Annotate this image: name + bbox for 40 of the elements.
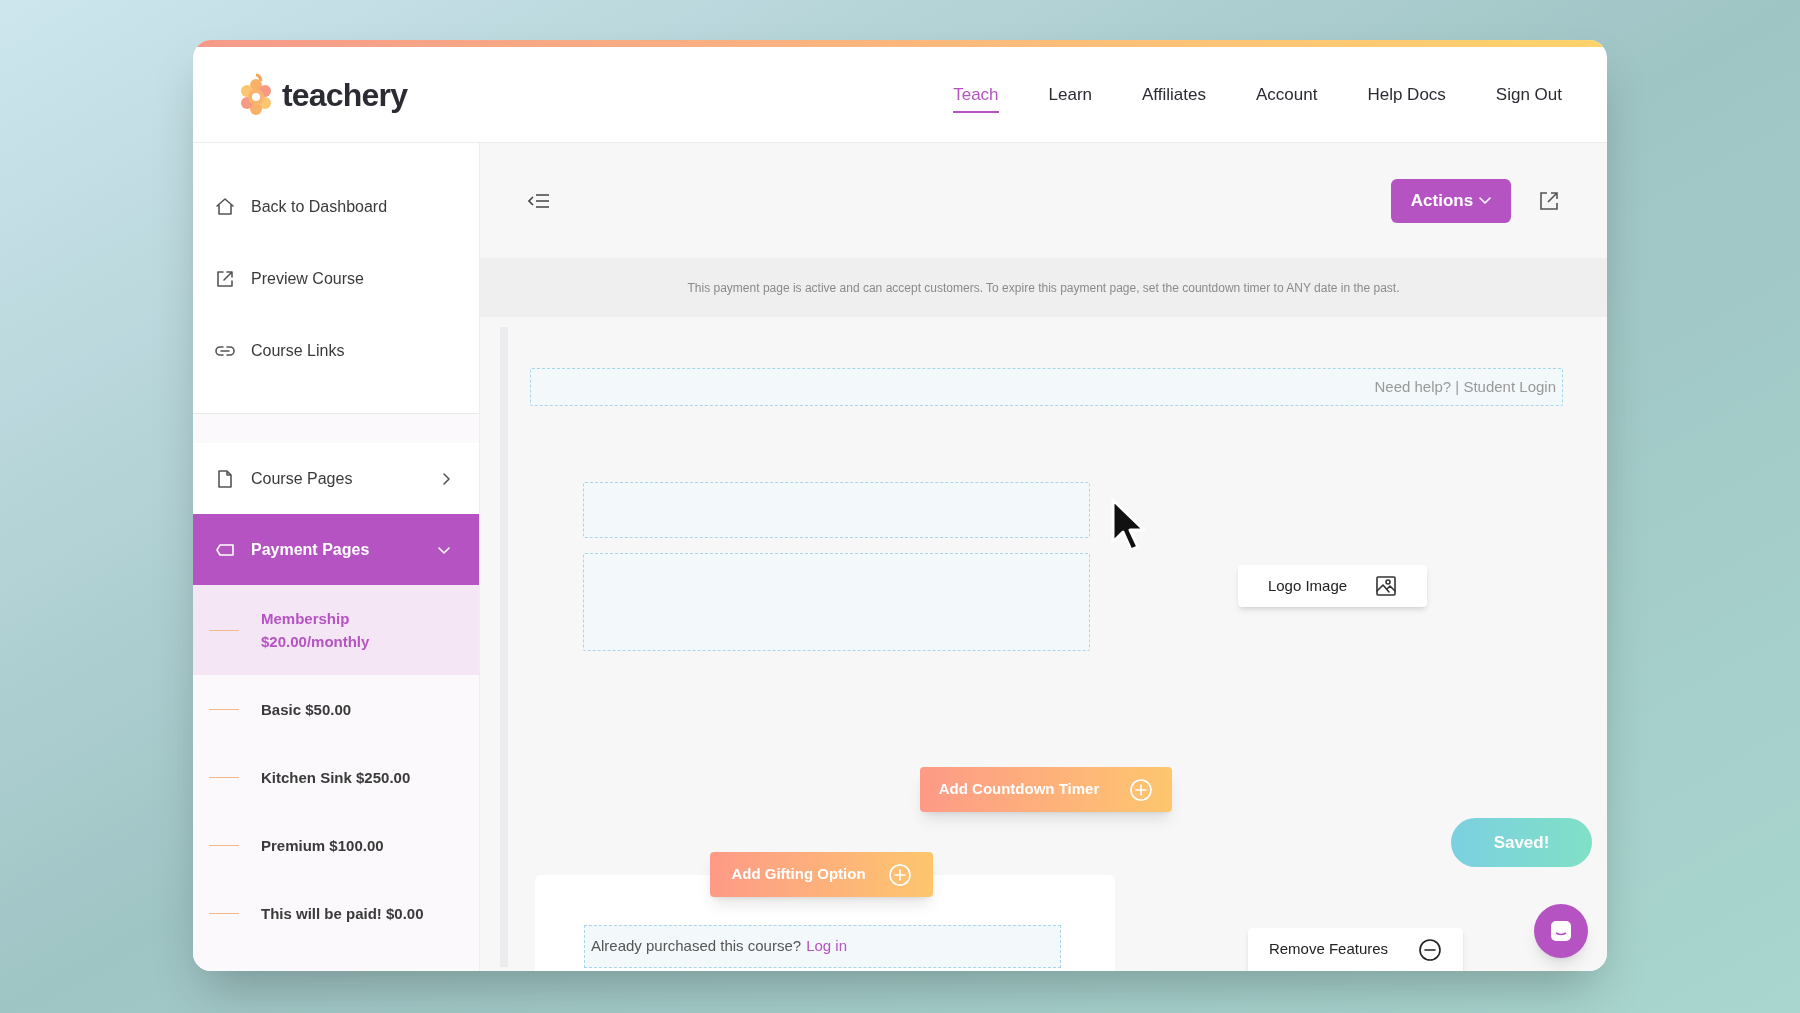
payment-page-item[interactable]: Kitchen Sink $250.00 [193,743,479,811]
payment-page-item[interactable]: Membership $20.00/monthly [193,585,479,675]
chevron-down-icon [437,544,451,555]
sidebar-section[interactable]: Payment Pages [193,514,479,585]
payment-page-item[interactable]: This will be paid! $0.00 [193,879,479,947]
nav-link[interactable]: Help Docs [1367,81,1446,114]
nav-link[interactable]: Affiliates [1142,81,1206,114]
help-links-text: Need help? | Student Login [1374,376,1556,397]
logo-image-button[interactable]: Logo Image [1238,565,1427,607]
chevron-right-icon [441,471,451,486]
nav-link[interactable]: Teach [953,81,999,114]
external-link-icon[interactable] [1539,190,1559,211]
remove-features-button[interactable]: Remove Features [1248,928,1463,971]
chat-icon [1549,919,1573,943]
home-icon [215,197,235,217]
payment-page-item[interactable]: Premium $100.00 [193,811,479,879]
plus-circle-icon [887,862,912,887]
plus-circle-icon [1129,777,1154,802]
nav-link[interactable]: Sign Out [1495,81,1562,114]
sidebar-link[interactable]: Preview Course [251,267,364,291]
document-icon [215,468,235,489]
payment-page-item[interactable]: Basic $50.00 [193,675,479,743]
image-icon [1375,575,1398,597]
chevron-down-icon [1479,196,1492,205]
nav-link[interactable]: Account [1256,81,1318,114]
login-link[interactable]: Log in [806,935,847,958]
logo-text: teachery [282,75,408,115]
collapse-menu-icon[interactable] [528,192,550,209]
login-prompt-text: Already purchased this course? [591,936,802,957]
nav-link[interactable]: Learn [1048,81,1093,114]
sidebar-section[interactable]: Course Pages [193,443,479,514]
actions-button[interactable]: Actions [1391,178,1511,223]
sidebar-link[interactable]: Back to Dashboard [251,195,388,219]
minus-circle-icon [1418,937,1443,962]
cursor-icon [1110,497,1146,553]
chat-button[interactable] [1534,904,1588,958]
status-banner: This payment page is active and can accept customers. To expire this payment page, set the countdown timer to ANY date in the past. [480,258,1607,317]
external-link-icon [215,269,235,289]
logo-icon [238,72,274,117]
sidebar-link[interactable]: Course Links [251,339,345,363]
